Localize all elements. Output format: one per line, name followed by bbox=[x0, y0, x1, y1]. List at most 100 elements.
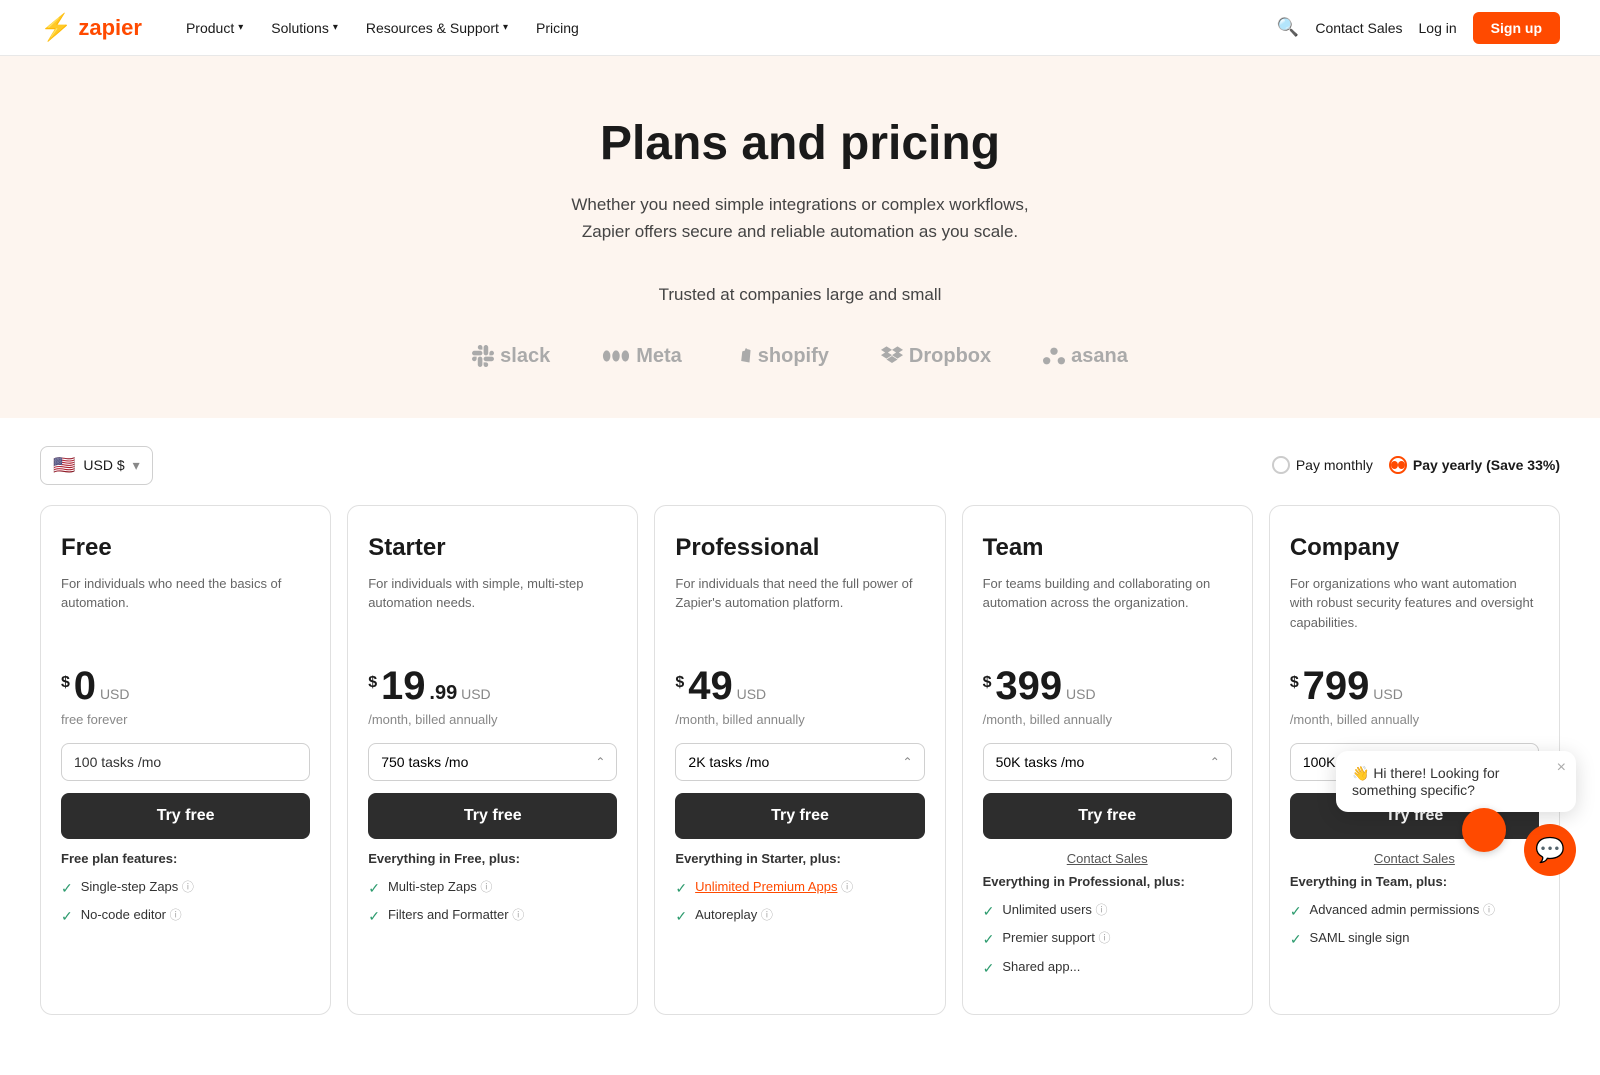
try-free-button-team[interactable]: Try free bbox=[983, 793, 1232, 839]
contact-sales-link[interactable]: Contact Sales bbox=[1315, 20, 1402, 36]
plan-description: For individuals with simple, multi-step … bbox=[368, 574, 617, 646]
price-currency: USD bbox=[737, 686, 767, 702]
page-title: Plans and pricing bbox=[40, 116, 1560, 171]
logo-slack: slack bbox=[472, 345, 550, 368]
plan-name: Starter bbox=[368, 534, 617, 562]
task-select-starter[interactable]: 750 tasks /mo bbox=[368, 743, 617, 781]
price-currency: USD bbox=[100, 686, 130, 702]
try-free-button-starter[interactable]: Try free bbox=[368, 793, 617, 839]
nav-pricing[interactable]: Pricing bbox=[524, 12, 591, 44]
try-free-button-professional[interactable]: Try free bbox=[675, 793, 924, 839]
radio-yearly[interactable] bbox=[1389, 456, 1407, 474]
task-select-wrapper: 50K tasks /mo ⌃ bbox=[983, 743, 1232, 781]
feature-text: Single-step Zaps ⓘ bbox=[81, 878, 194, 896]
check-icon: ✓ bbox=[61, 879, 73, 899]
feature-text: Premier support ⓘ bbox=[1002, 929, 1110, 947]
plan-price: $ 799 USD bbox=[1290, 666, 1539, 706]
login-link[interactable]: Log in bbox=[1419, 20, 1457, 36]
price-currency: USD bbox=[1373, 686, 1403, 702]
logo-asana: asana bbox=[1043, 345, 1128, 368]
plan-card-team: Team For teams building and collaboratin… bbox=[962, 505, 1253, 1016]
chevron-down-icon: ▾ bbox=[238, 22, 243, 33]
nav-resources[interactable]: Resources & Support ▾ bbox=[354, 12, 520, 44]
feature-link[interactable]: Unlimited Premium Apps bbox=[695, 879, 837, 894]
price-symbol: $ bbox=[983, 666, 992, 692]
task-select-team[interactable]: 50K tasks /mo bbox=[983, 743, 1232, 781]
chat-open-button[interactable]: 💬 bbox=[1524, 824, 1576, 876]
check-icon: ✓ bbox=[61, 907, 73, 927]
info-icon[interactable]: ⓘ bbox=[182, 880, 194, 894]
check-icon: ✓ bbox=[675, 907, 687, 927]
search-icon[interactable]: 🔍 bbox=[1277, 17, 1299, 38]
feature-item: ✓ Advanced admin permissions ⓘ bbox=[1290, 901, 1539, 922]
signup-button[interactable]: Sign up bbox=[1473, 12, 1560, 44]
hero-subtitle: Whether you need simple integrations or … bbox=[540, 191, 1060, 245]
price-period: /month, billed annually bbox=[368, 712, 617, 727]
pay-yearly-label: Pay yearly (Save 33%) bbox=[1413, 457, 1560, 473]
feature-text: Advanced admin permissions ⓘ bbox=[1310, 901, 1495, 919]
task-label-free: 100 tasks /mo bbox=[61, 743, 310, 781]
info-icon[interactable]: ⓘ bbox=[480, 880, 492, 894]
plan-name: Professional bbox=[675, 534, 924, 562]
chat-message: 👋 Hi there! Looking for something specif… bbox=[1352, 765, 1499, 798]
price-amount: 399 bbox=[995, 664, 1062, 708]
try-free-button-free[interactable]: Try free bbox=[61, 793, 310, 839]
feature-text: No-code editor ⓘ bbox=[81, 906, 182, 924]
price-amount: 799 bbox=[1303, 664, 1370, 708]
plan-price: $ 19 .99 USD bbox=[368, 666, 617, 706]
feature-item: ✓ Autoreplay ⓘ bbox=[675, 906, 924, 927]
info-icon[interactable]: ⓘ bbox=[170, 908, 182, 922]
price-symbol: $ bbox=[1290, 666, 1299, 692]
feature-text: Unlimited users ⓘ bbox=[1002, 901, 1107, 919]
plan-card-starter: Starter For individuals with simple, mul… bbox=[347, 505, 638, 1016]
check-icon: ✓ bbox=[983, 959, 995, 979]
info-icon[interactable]: ⓘ bbox=[1483, 903, 1495, 917]
contact-sales-link-team[interactable]: Contact Sales bbox=[983, 851, 1232, 866]
logo[interactable]: ⚡ zapier bbox=[40, 12, 142, 43]
close-icon[interactable]: × bbox=[1557, 759, 1566, 777]
check-icon: ✓ bbox=[368, 879, 380, 899]
task-select-wrapper: 2K tasks /mo ⌃ bbox=[675, 743, 924, 781]
task-select-professional[interactable]: 2K tasks /mo bbox=[675, 743, 924, 781]
nav-right: 🔍 Contact Sales Log in Sign up bbox=[1277, 12, 1560, 44]
feature-item: ✓ Multi-step Zaps ⓘ bbox=[368, 878, 617, 899]
pay-monthly-option[interactable]: Pay monthly bbox=[1272, 456, 1373, 474]
nav-links: Product ▾ Solutions ▾ Resources & Suppor… bbox=[174, 12, 591, 44]
plan-name: Team bbox=[983, 534, 1232, 562]
plan-price: $ 0 USD bbox=[61, 666, 310, 706]
price-period: /month, billed annually bbox=[1290, 712, 1539, 727]
feature-item: ✓ Shared app... bbox=[983, 958, 1232, 979]
check-icon: ✓ bbox=[1290, 930, 1302, 950]
feature-text: Unlimited Premium Apps ⓘ bbox=[695, 878, 853, 896]
info-icon[interactable]: ⓘ bbox=[761, 908, 773, 922]
navbar: ⚡ zapier Product ▾ Solutions ▾ Resources… bbox=[0, 0, 1600, 56]
pricing-controls: 🇺🇸 USD $ ▾ Pay monthly Pay yearly (Save … bbox=[0, 418, 1600, 505]
plan-price: $ 399 USD bbox=[983, 666, 1232, 706]
flag-icon: 🇺🇸 bbox=[53, 455, 75, 476]
features-header: Free plan features: bbox=[61, 851, 310, 866]
check-icon: ✓ bbox=[983, 902, 995, 922]
chat-bubble: × 👋 Hi there! Looking for something spec… bbox=[1336, 751, 1576, 812]
company-logos: slack Meta shopify Dropbox bbox=[40, 345, 1560, 368]
info-icon[interactable]: ⓘ bbox=[841, 880, 853, 894]
radio-monthly[interactable] bbox=[1272, 456, 1290, 474]
nav-left: ⚡ zapier Product ▾ Solutions ▾ Resources… bbox=[40, 12, 591, 44]
info-icon[interactable]: ⓘ bbox=[1096, 903, 1108, 917]
currency-selector[interactable]: 🇺🇸 USD $ ▾ bbox=[40, 446, 153, 485]
task-select-wrapper: 750 tasks /mo ⌃ bbox=[368, 743, 617, 781]
price-amount: 49 bbox=[688, 664, 733, 708]
nav-solutions[interactable]: Solutions ▾ bbox=[259, 12, 350, 44]
nav-product[interactable]: Product ▾ bbox=[174, 12, 255, 44]
plan-description: For teams building and collaborating on … bbox=[983, 574, 1232, 646]
check-icon: ✓ bbox=[675, 879, 687, 899]
plan-name: Company bbox=[1290, 534, 1539, 562]
price-currency: USD bbox=[1066, 686, 1096, 702]
feature-item: ✓ Filters and Formatter ⓘ bbox=[368, 906, 617, 927]
feature-item: ✓ Premier support ⓘ bbox=[983, 929, 1232, 950]
info-icon[interactable]: ⓘ bbox=[1098, 931, 1110, 945]
pay-yearly-option[interactable]: Pay yearly (Save 33%) bbox=[1389, 456, 1560, 474]
info-icon[interactable]: ⓘ bbox=[512, 908, 524, 922]
logo-dropbox: Dropbox bbox=[881, 345, 991, 368]
feature-item: ✓ No-code editor ⓘ bbox=[61, 906, 310, 927]
plan-card-professional: Professional For individuals that need t… bbox=[654, 505, 945, 1016]
